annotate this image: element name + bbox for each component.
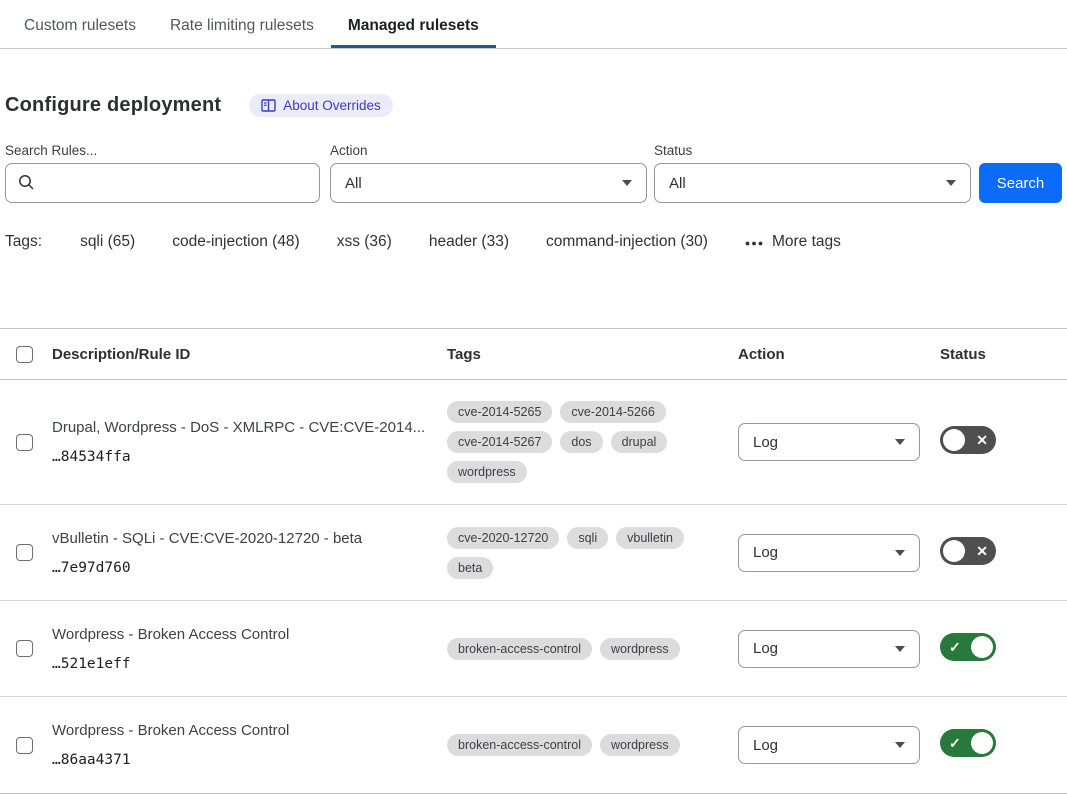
tag-pill: wordpress	[600, 734, 680, 756]
chevron-down-icon	[895, 439, 905, 445]
select-all-checkbox[interactable]	[16, 346, 33, 363]
status-filter-label: Status	[654, 143, 971, 158]
filters-row: Search Rules... Action All Status All Se…	[0, 143, 1067, 203]
toggle-knob	[943, 540, 965, 562]
about-overrides-badge[interactable]: About Overrides	[249, 94, 393, 117]
table-row: vBulletin - SQLi - CVE:CVE-2020-12720 - …	[0, 505, 1067, 601]
tag-pill: dos	[560, 431, 602, 453]
tag-pill: drupal	[611, 431, 668, 453]
row-tags: cve-2014-5265 cve-2014-5266 cve-2014-5267 d…	[447, 401, 695, 483]
search-input-wrapper	[5, 163, 320, 203]
tag-filter-link[interactable]: code-injection (48)	[172, 233, 300, 251]
chevron-down-icon	[946, 180, 956, 186]
table-row: Wordpress - Broken Access Control …521e1…	[0, 601, 1067, 697]
tag-pill: broken-access-control	[447, 638, 592, 660]
row-action-value: Log	[753, 434, 778, 451]
action-filter-label: Action	[330, 143, 647, 158]
column-header-action: Action	[738, 346, 940, 363]
tab-managed-rulesets[interactable]: Managed rulesets	[331, 8, 496, 48]
row-rule-id: …86aa4371	[52, 752, 425, 768]
row-tags: broken-access-control wordpress	[447, 638, 695, 660]
book-icon	[261, 99, 276, 112]
row-checkbox[interactable]	[16, 737, 33, 754]
chevron-down-icon	[622, 180, 632, 186]
row-action-select[interactable]: Log	[738, 630, 920, 668]
status-toggle[interactable]	[940, 633, 996, 661]
row-rule-id: …84534ffa	[52, 449, 425, 465]
action-filter-value: All	[345, 175, 362, 192]
ellipsis-icon	[745, 233, 763, 251]
more-tags-label: More tags	[772, 233, 841, 251]
row-action-select[interactable]: Log	[738, 726, 920, 764]
table-row: Drupal, Wordpress - DoS - XMLRPC - CVE:C…	[0, 380, 1067, 505]
search-icon	[18, 174, 35, 195]
row-tags: broken-access-control wordpress	[447, 734, 695, 756]
toggle-knob	[943, 429, 965, 451]
tag-pill: wordpress	[447, 461, 527, 483]
row-action-value: Log	[753, 737, 778, 754]
tag-filter-link[interactable]: command-injection (30)	[546, 233, 708, 251]
table-header-row: Description/Rule ID Tags Action Status	[0, 329, 1067, 380]
row-description: vBulletin - SQLi - CVE:CVE-2020-12720 - …	[52, 530, 425, 547]
column-header-description: Description/Rule ID	[52, 346, 447, 363]
tag-filter-link[interactable]: header (33)	[429, 233, 509, 251]
search-button[interactable]: Search	[979, 163, 1062, 203]
tag-filter-link[interactable]: xss (36)	[337, 233, 392, 251]
column-header-status: Status	[940, 346, 1067, 363]
row-checkbox[interactable]	[16, 640, 33, 657]
row-rule-id: …521e1eff	[52, 656, 425, 672]
tab-custom-rulesets[interactable]: Custom rulesets	[7, 8, 153, 48]
status-toggle[interactable]	[940, 729, 996, 757]
section-header: Configure deployment About Overrides	[0, 94, 1067, 117]
tag-pill: cve-2014-5266	[560, 401, 665, 423]
tag-pill: vbulletin	[616, 527, 684, 549]
row-description: Wordpress - Broken Access Control	[52, 626, 425, 643]
rules-table: Description/Rule ID Tags Action Status D…	[0, 328, 1067, 794]
tag-pill: wordpress	[600, 638, 680, 660]
table-body: Drupal, Wordpress - DoS - XMLRPC - CVE:C…	[0, 380, 1067, 793]
row-description: Drupal, Wordpress - DoS - XMLRPC - CVE:C…	[52, 419, 425, 436]
tag-pill: cve-2014-5265	[447, 401, 552, 423]
ruleset-tabs: Custom rulesets Rate limiting rulesets M…	[0, 8, 1067, 49]
tags-label: Tags:	[5, 233, 42, 251]
more-tags-button[interactable]: More tags	[745, 233, 841, 251]
tag-pill: broken-access-control	[447, 734, 592, 756]
tags-bar: Tags: sqli (65) code-injection (48) xss (3…	[0, 233, 1067, 251]
table-row: Wordpress - Broken Access Control …86aa4…	[0, 697, 1067, 793]
search-rules-label: Search Rules...	[5, 143, 330, 158]
row-tags: cve-2020-12720 sqli vbulletin beta	[447, 527, 695, 579]
status-toggle[interactable]	[940, 537, 996, 565]
tags-list: sqli (65) code-injection (48) xss (36) head…	[80, 233, 708, 251]
row-rule-id: …7e97d760	[52, 560, 425, 576]
toggle-knob	[971, 732, 993, 754]
status-filter-value: All	[669, 175, 686, 192]
row-action-select[interactable]: Log	[738, 534, 920, 572]
chevron-down-icon	[895, 646, 905, 652]
row-action-value: Log	[753, 544, 778, 561]
status-filter-select[interactable]: All	[654, 163, 971, 203]
row-action-select[interactable]: Log	[738, 423, 920, 461]
tag-pill: cve-2020-12720	[447, 527, 559, 549]
about-overrides-label: About Overrides	[283, 98, 381, 113]
tag-filter-link[interactable]: sqli (65)	[80, 233, 135, 251]
action-filter-select[interactable]: All	[330, 163, 647, 203]
search-input[interactable]	[44, 164, 312, 202]
tab-rate-limiting-rulesets[interactable]: Rate limiting rulesets	[153, 8, 331, 48]
toggle-knob	[971, 636, 993, 658]
row-checkbox[interactable]	[16, 544, 33, 561]
chevron-down-icon	[895, 742, 905, 748]
row-description: Wordpress - Broken Access Control	[52, 722, 425, 739]
tag-pill: cve-2014-5267	[447, 431, 552, 453]
page-title: Configure deployment	[5, 94, 221, 117]
tag-pill: beta	[447, 557, 493, 579]
chevron-down-icon	[895, 550, 905, 556]
tag-pill: sqli	[567, 527, 608, 549]
row-action-value: Log	[753, 640, 778, 657]
column-header-tags: Tags	[447, 346, 738, 363]
row-checkbox[interactable]	[16, 434, 33, 451]
status-toggle[interactable]	[940, 426, 996, 454]
